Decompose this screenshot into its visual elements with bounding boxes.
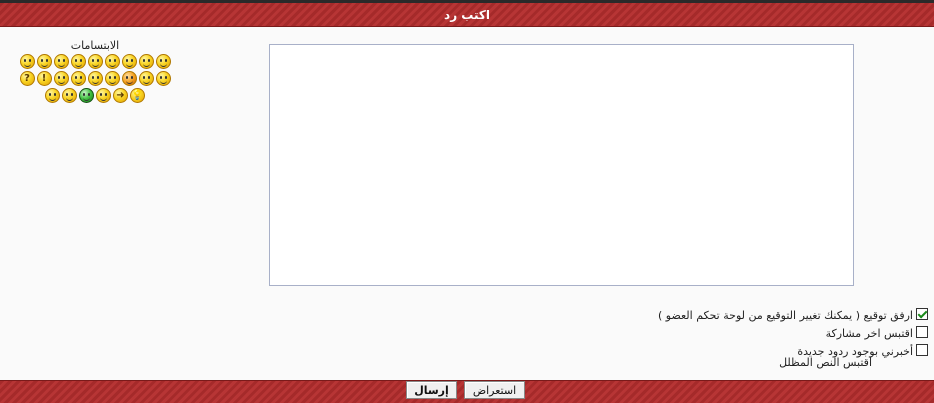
attach-signature-label: ارفق توقيع ( يمكنك تغيير التوقيع من لوحة… (657, 309, 913, 322)
smiley-glasses-icon[interactable] (62, 88, 77, 103)
smiley-wink-icon[interactable] (121, 54, 137, 69)
options-list: ارفق توقيع ( يمكنك تغيير التوقيع من لوحة… (658, 304, 928, 358)
header-title: اكتب رد (444, 7, 490, 22)
smiley-nerd-icon[interactable] (45, 88, 60, 103)
preview-button[interactable]: استعراض (464, 381, 525, 399)
smiley-neutral-icon[interactable] (96, 88, 111, 103)
smiley-mad-icon[interactable] (87, 71, 103, 86)
smiley-confused-icon[interactable] (53, 54, 69, 69)
smiley-smile-icon[interactable] (138, 54, 154, 69)
option-quote-last[interactable]: اقتبس اخر مشاركة (658, 322, 928, 340)
quote-last-label: اقتبس اخر مشاركة (825, 327, 913, 340)
smiley-blush-icon[interactable] (121, 71, 137, 86)
send-button[interactable]: إرسال (406, 381, 457, 399)
smilies-title: الابتسامات (70, 39, 120, 52)
smiley-rolleyes-icon[interactable] (104, 54, 120, 69)
smiley-cool-icon[interactable] (36, 54, 52, 69)
smiley-surprised-icon[interactable] (87, 54, 103, 69)
notify-replies-checkbox[interactable] (916, 344, 928, 356)
option-attach-signature[interactable]: ارفق توقيع ( يمكنك تغيير التوقيع من لوحة… (658, 304, 928, 322)
smiley-exclaim-icon[interactable]: ! (36, 71, 52, 86)
smiley-sleepy-icon[interactable] (104, 71, 120, 86)
smiley-big-grin-icon[interactable] (19, 54, 35, 69)
reply-header: اكتب رد (0, 3, 934, 27)
quote-selected-link[interactable]: اقتبس النص المظلل (779, 356, 872, 369)
reply-textarea[interactable] (269, 44, 854, 286)
smiley-idea-icon[interactable]: 💡 (130, 88, 145, 103)
smiley-lol-icon[interactable] (155, 71, 171, 86)
smiley-evil-icon[interactable] (70, 71, 86, 86)
smiley-eek-icon[interactable] (70, 54, 86, 69)
smiley-laugh-icon[interactable] (155, 54, 171, 69)
attach-signature-checkbox[interactable] (916, 308, 928, 320)
smiley-green-grin-icon[interactable] (79, 88, 94, 103)
quote-last-checkbox[interactable] (916, 326, 928, 338)
smiley-tongue-icon[interactable] (138, 71, 154, 86)
smiley-question-icon[interactable]: ? (19, 71, 35, 86)
smiley-arrow-icon[interactable]: ➜ (113, 88, 128, 103)
smiley-smirk-icon[interactable] (53, 71, 69, 86)
smilies-panel: ?! ➜ 💡 (12, 54, 178, 103)
